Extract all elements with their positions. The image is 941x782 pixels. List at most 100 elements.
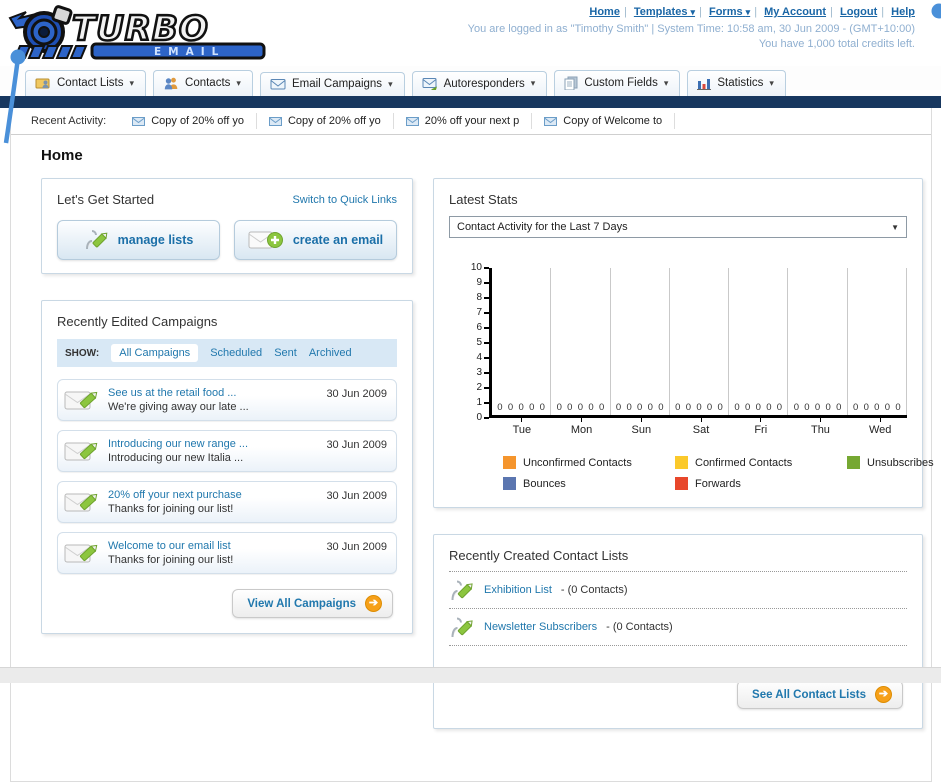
chart-day-group: 00000 bbox=[611, 268, 670, 415]
x-tick-label: Tue bbox=[492, 418, 552, 436]
navy-divider-bar bbox=[0, 96, 941, 108]
tab-statistics[interactable]: Statistics▾ bbox=[687, 70, 786, 96]
recent-activity-item[interactable]: Copy of Welcome to bbox=[532, 113, 675, 129]
campaign-title-link[interactable]: See us at the retail food ... bbox=[108, 386, 318, 400]
nav-my-account-link[interactable]: My Account bbox=[764, 6, 826, 18]
legend-swatch bbox=[503, 477, 516, 490]
chart-value-label: 0 bbox=[567, 402, 572, 413]
button-label: create an email bbox=[293, 233, 383, 247]
chart-value-label: 0 bbox=[518, 402, 523, 413]
campaign-subtitle: Introducing our new Italia ... bbox=[108, 451, 318, 465]
chevron-down-icon: ▾ bbox=[664, 78, 669, 89]
see-all-contact-lists-button[interactable]: See All Contact Lists ➔ bbox=[737, 680, 903, 709]
envelope-icon bbox=[269, 117, 282, 126]
turbo-email-logo: TURBO EMAIL bbox=[6, 2, 274, 63]
logo-subtitle-text: EMAIL bbox=[154, 46, 225, 58]
chart-plot-area: 00000000000000000000000000000000000 bbox=[489, 268, 907, 418]
person-pencil-icon bbox=[84, 228, 109, 252]
campaign-row[interactable]: Introducing our new range ...Introducing… bbox=[57, 430, 397, 472]
tab-custom-fields[interactable]: Custom Fields ▾ bbox=[554, 70, 680, 96]
recent-activity-item[interactable]: 20% off your next p bbox=[394, 113, 533, 129]
filter-scheduled[interactable]: Scheduled bbox=[210, 347, 262, 359]
chart-value-label: 0 bbox=[540, 402, 545, 413]
campaign-title-link[interactable]: Welcome to our email list bbox=[108, 539, 318, 553]
campaign-title-link[interactable]: 20% off your next purchase bbox=[108, 488, 318, 502]
campaign-row[interactable]: See us at the retail food ...We're givin… bbox=[57, 379, 397, 421]
show-label: SHOW: bbox=[65, 348, 99, 359]
campaign-row[interactable]: Welcome to our email listThanks for join… bbox=[57, 532, 397, 574]
nav-separator: | bbox=[699, 6, 702, 18]
chevron-down-icon: ▾ bbox=[746, 7, 751, 17]
contact-list-item[interactable]: Exhibition List - (0 Contacts) bbox=[449, 572, 907, 609]
nav-home-link[interactable]: Home bbox=[589, 6, 620, 18]
campaign-row[interactable]: 20% off your next purchaseThanks for joi… bbox=[57, 481, 397, 523]
button-label: View All Campaigns bbox=[247, 598, 356, 610]
contact-lists-icon bbox=[35, 76, 51, 90]
recent-activity-item[interactable]: Copy of 20% off yo bbox=[120, 113, 257, 129]
y-tick-label: 4 bbox=[476, 352, 489, 363]
recent-activity-bar: Recent Activity: Copy of 20% off yo Copy… bbox=[11, 108, 931, 135]
y-tick-label: 6 bbox=[476, 322, 489, 333]
nav-help-link[interactable]: Help bbox=[891, 6, 915, 18]
chevron-down-icon: ▾ bbox=[236, 78, 241, 89]
arrow-right-icon: ➔ bbox=[365, 595, 382, 612]
nav-logout-link[interactable]: Logout bbox=[840, 6, 877, 18]
chart-value-label: 0 bbox=[885, 402, 890, 413]
statistics-icon bbox=[697, 76, 711, 90]
filter-archived[interactable]: Archived bbox=[309, 347, 352, 359]
chart-value-label: 0 bbox=[529, 402, 534, 413]
chart-value-label: 0 bbox=[804, 402, 809, 413]
chart-value-label: 0 bbox=[718, 402, 723, 413]
envelope-plus-icon bbox=[248, 228, 284, 252]
nav-forms-link[interactable]: Forms ▾ bbox=[709, 6, 750, 18]
legend-item: Unconfirmed Contacts bbox=[503, 456, 675, 469]
tab-label: Custom Fields bbox=[584, 77, 658, 89]
tab-label: Contacts bbox=[185, 77, 230, 89]
chart-value-label: 0 bbox=[626, 402, 631, 413]
create-email-button[interactable]: create an email bbox=[234, 220, 397, 260]
chart-value-label: 0 bbox=[794, 402, 799, 413]
filter-all-campaigns[interactable]: All Campaigns bbox=[111, 344, 198, 362]
tab-label: Statistics bbox=[717, 77, 763, 89]
contact-list-link[interactable]: Exhibition List bbox=[484, 584, 552, 596]
chart-y-axis: 012345678910 bbox=[463, 268, 489, 418]
nav-templates-link[interactable]: Templates ▾ bbox=[634, 6, 695, 18]
stats-period-select[interactable]: Contact Activity for the Last 7 Days ▼ bbox=[449, 216, 907, 238]
page-title: Home bbox=[41, 147, 913, 164]
campaign-envelope-pencil-icon bbox=[64, 386, 100, 414]
tab-email-campaigns[interactable]: Email Campaigns▾ bbox=[260, 72, 405, 96]
manage-lists-button[interactable]: manage lists bbox=[57, 220, 220, 260]
contact-list-link[interactable]: Newsletter Subscribers bbox=[484, 621, 597, 633]
view-all-campaigns-button[interactable]: View All Campaigns ➔ bbox=[232, 589, 393, 618]
chart-value-label: 0 bbox=[616, 402, 621, 413]
main-navigation: Contact Lists▾ Contacts ▾ Email Campaigns… bbox=[0, 66, 941, 96]
legend-item: Confirmed Contacts bbox=[675, 456, 847, 469]
selected-option-label: Contact Activity for the Last 7 Days bbox=[457, 221, 628, 233]
get-started-panel: Let's Get Started Switch to Quick Links … bbox=[41, 178, 413, 274]
y-tick-label: 5 bbox=[476, 337, 489, 348]
campaign-date: 30 Jun 2009 bbox=[326, 386, 387, 400]
legend-item: Bounces bbox=[503, 477, 675, 490]
contact-list-item[interactable]: Newsletter Subscribers - (0 Contacts) bbox=[449, 609, 907, 646]
switch-quick-links-link[interactable]: Switch to Quick Links bbox=[292, 194, 397, 206]
chart-value-label: 0 bbox=[756, 402, 761, 413]
filter-sent[interactable]: Sent bbox=[274, 347, 297, 359]
chart-value-label: 0 bbox=[864, 402, 869, 413]
y-tick-label: 10 bbox=[471, 262, 489, 273]
chart-value-label: 0 bbox=[648, 402, 653, 413]
campaign-date: 30 Jun 2009 bbox=[326, 539, 387, 553]
chart-value-label: 0 bbox=[766, 402, 771, 413]
footer-strip bbox=[0, 667, 941, 683]
tab-autoresponders[interactable]: Autoresponders▾ bbox=[412, 71, 548, 96]
autoresponders-icon bbox=[422, 77, 438, 90]
chart-legend: Unconfirmed Contacts Confirmed Contacts … bbox=[503, 456, 907, 490]
button-label: See All Contact Lists bbox=[752, 689, 866, 701]
chart-day-group: 00000 bbox=[492, 268, 551, 415]
person-pencil-icon bbox=[449, 614, 475, 640]
chevron-down-icon: ▾ bbox=[691, 7, 696, 17]
campaign-title-link[interactable]: Introducing our new range ... bbox=[108, 437, 318, 451]
x-tick-label: Fri bbox=[731, 418, 791, 436]
tab-contacts[interactable]: Contacts ▾ bbox=[153, 70, 253, 96]
recent-activity-item[interactable]: Copy of 20% off yo bbox=[257, 113, 394, 129]
tab-contact-lists[interactable]: Contact Lists▾ bbox=[25, 70, 146, 96]
